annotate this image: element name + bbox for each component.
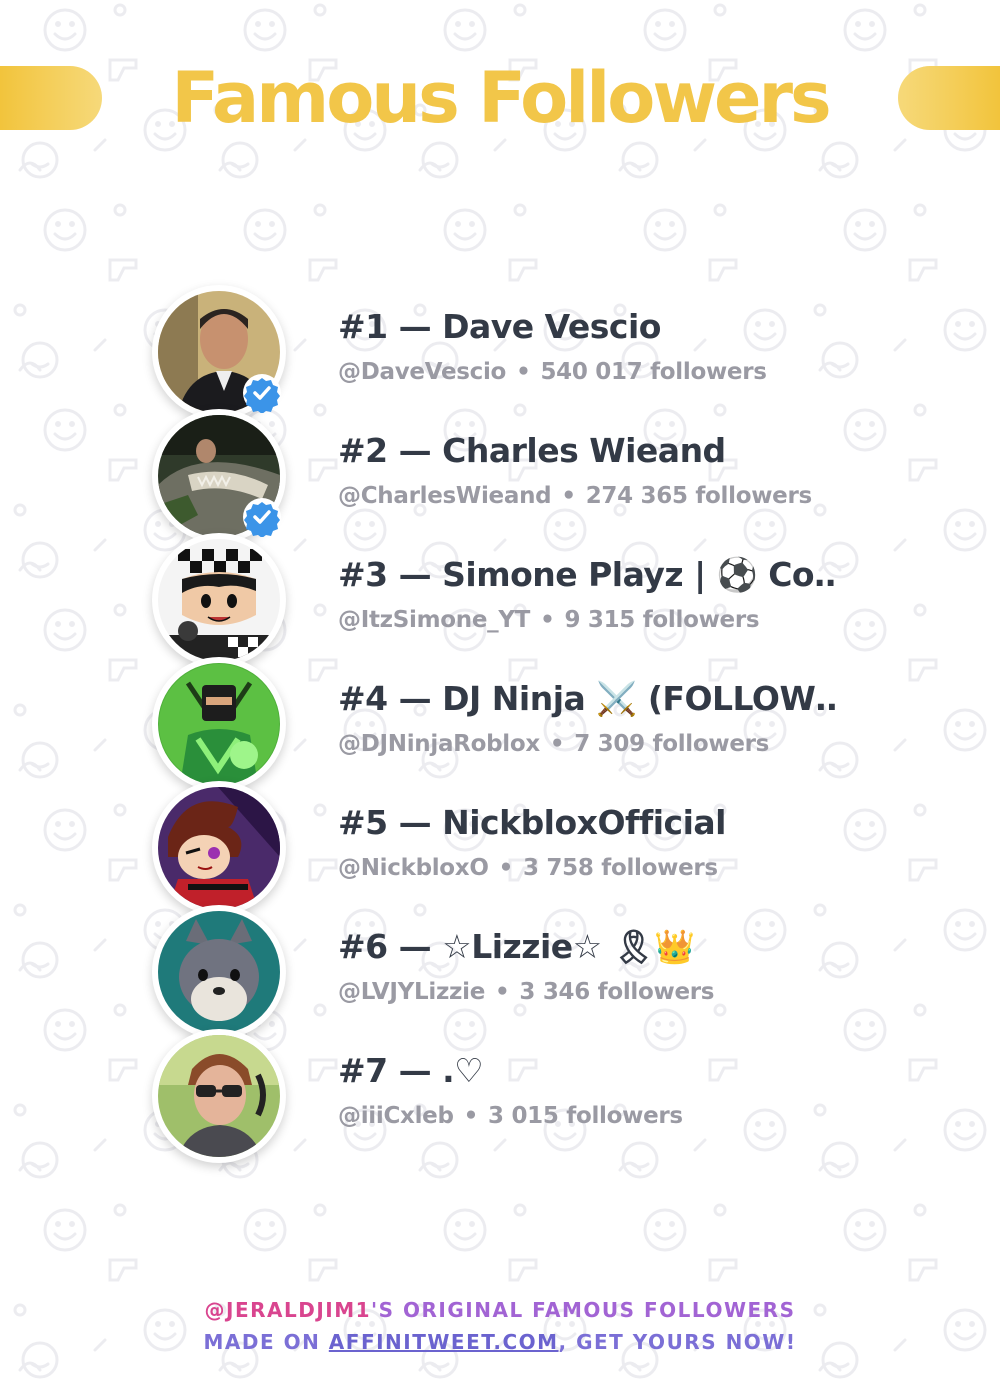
follower-row-7[interactable]: #7 — .♡ @iiiCxleb • 3 015 followers [0, 1029, 1000, 1163]
follower-handle[interactable]: @CharlesWieand [338, 483, 552, 509]
cartoon-checkered-hat-icon [158, 539, 280, 661]
separator: — [398, 307, 432, 346]
avatar[interactable] [152, 533, 286, 667]
follower-count: 540 017 followers [540, 359, 767, 385]
follower-title[interactable]: #1 — Dave Vescio [338, 307, 838, 346]
separator: — [398, 555, 432, 594]
avatar[interactable] [152, 905, 286, 1039]
follower-row-4[interactable]: #4 — DJ Ninja ⚔️ (FOLLOW… @DJNinjaRoblox… [0, 657, 1000, 791]
separator: — [398, 1051, 432, 1090]
follower-name: Dave Vescio [442, 307, 661, 346]
avatar[interactable] [152, 1029, 286, 1163]
follower-count: 9 315 followers [564, 607, 760, 633]
footer-line-1: @JERALDJIM1'S ORIGINAL FAMOUS FOLLOWERS [0, 1294, 1000, 1326]
follower-row-2[interactable]: #2 — Charles Wieand @CharlesWieand • 274 3… [0, 409, 1000, 543]
follower-title[interactable]: #5 — NickbloxOfficial [338, 803, 838, 842]
follower-count: 274 365 followers [585, 483, 813, 509]
footer-line-2: MADE ON AFFINITWEET.COM, GET YOURS NOW! [0, 1326, 1000, 1358]
follower-meta: @DaveVescio • 540 017 followers [338, 359, 838, 385]
follower-meta: @LVJYLizzie • 3 346 followers [338, 979, 838, 1005]
follower-rank: #5 [338, 803, 388, 842]
footer-username[interactable]: @JERALDJIM1 [205, 1298, 372, 1322]
footer-line-2-prefix: MADE ON [203, 1330, 329, 1354]
follower-handle[interactable]: @DJNinjaRoblox [338, 731, 540, 757]
separator: — [398, 679, 432, 718]
follower-row-6[interactable]: #6 — ☆Lizzie☆ 🎗👑 @LVJYLizzie • 3 346 follo… [0, 905, 1000, 1039]
follower-title[interactable]: #2 — Charles Wieand [338, 431, 838, 470]
follower-meta: @iiiCxleb • 3 015 followers [338, 1103, 838, 1129]
follower-handle[interactable]: @iiiCxleb [338, 1103, 454, 1129]
wolf-cartoon-icon [158, 911, 280, 1033]
separator: — [398, 803, 432, 842]
follower-row-5[interactable]: #5 — NickbloxOfficial @NickbloxO • 3 758 f… [0, 781, 1000, 915]
ninja-green-icon [158, 663, 280, 785]
anime-character-icon [158, 787, 280, 909]
follower-name: ☆Lizzie☆ 🎗👑 [442, 927, 695, 966]
follower-meta: @NickbloxO • 3 758 followers [338, 855, 838, 881]
avatar[interactable] [152, 781, 286, 915]
follower-rank: #1 [338, 307, 388, 346]
bullet: • [561, 483, 576, 509]
follower-handle[interactable]: @DaveVescio [338, 359, 506, 385]
photo-sunglasses-icon [158, 1035, 280, 1157]
footer: @JERALDJIM1'S ORIGINAL FAMOUS FOLLOWERS … [0, 1294, 1000, 1358]
separator: — [398, 431, 432, 470]
page-title: Famous Followers [171, 57, 831, 139]
avatar[interactable] [152, 409, 286, 543]
follower-handle[interactable]: @NickbloxO [338, 855, 489, 881]
avatar[interactable] [152, 285, 286, 419]
bullet: • [549, 731, 565, 757]
bullet: • [463, 1103, 479, 1129]
follower-rank: #2 [338, 431, 388, 470]
bullet: • [495, 979, 510, 1005]
avatar[interactable] [152, 657, 286, 791]
bullet: • [540, 607, 555, 633]
follower-row-1[interactable]: #1 — Dave Vescio @DaveVescio • 540 017 fol… [0, 285, 1000, 419]
follower-name: NickbloxOfficial [442, 803, 726, 842]
follower-handle[interactable]: @ItzSimone_YT [338, 607, 530, 633]
bullet: • [516, 359, 531, 385]
footer-line-2-suffix: , GET YOURS NOW! [558, 1330, 797, 1354]
follower-name: DJ Ninja ⚔️ (FOLLOW… [442, 679, 838, 718]
follower-rank: #6 [338, 927, 388, 966]
follower-handle[interactable]: @LVJYLizzie [338, 979, 485, 1005]
follower-rank: #3 [338, 555, 388, 594]
follower-count: 3 015 followers [488, 1103, 683, 1129]
follower-title[interactable]: #6 — ☆Lizzie☆ 🎗👑 [338, 927, 838, 967]
follower-name: Simone Playz | ⚽ Co… [442, 555, 838, 594]
follower-rank: #7 [338, 1051, 388, 1090]
bullet: • [498, 855, 514, 881]
separator: — [398, 927, 432, 966]
verified-badge-icon [243, 498, 281, 537]
follower-meta: @ItzSimone_YT • 9 315 followers [338, 607, 838, 633]
follower-count: 3 346 followers [519, 979, 715, 1005]
affinitweet-link[interactable]: AFFINITWEET.COM [329, 1330, 559, 1354]
follower-count: 3 758 followers [523, 855, 718, 881]
follower-count: 7 309 followers [574, 731, 770, 757]
footer-line-1-text: 'S ORIGINAL FAMOUS FOLLOWERS [371, 1298, 796, 1322]
follower-title[interactable]: #3 — Simone Playz | ⚽ Co… [338, 555, 838, 595]
follower-meta: @CharlesWieand • 274 365 followers [338, 483, 838, 509]
follower-name: .♡ [442, 1051, 484, 1090]
verified-badge-icon [243, 374, 281, 413]
follower-title[interactable]: #7 — .♡ [338, 1051, 838, 1090]
follower-name: Charles Wieand [442, 431, 726, 470]
follower-meta: @DJNinjaRoblox • 7 309 followers [338, 731, 838, 757]
header: Famous Followers [0, 58, 1000, 138]
follower-rank: #4 [338, 679, 388, 718]
follower-row-3[interactable]: #3 — Simone Playz | ⚽ Co… @ItzSimone_YT •… [0, 533, 1000, 667]
follower-title[interactable]: #4 — DJ Ninja ⚔️ (FOLLOW… [338, 679, 838, 719]
